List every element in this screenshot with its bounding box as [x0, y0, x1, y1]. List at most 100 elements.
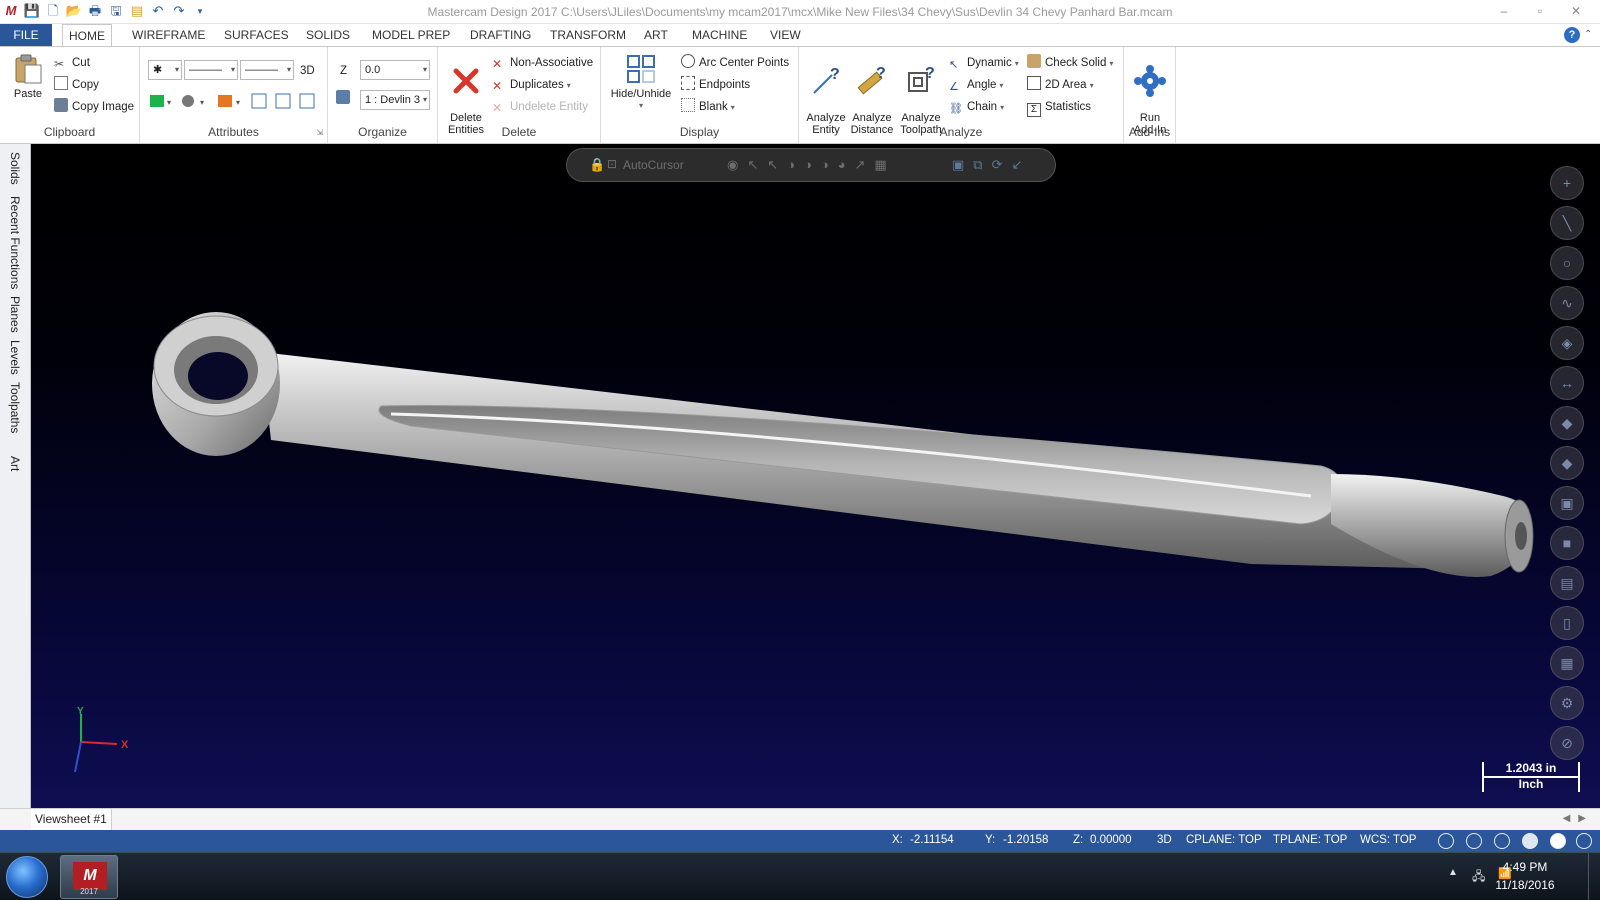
graphics-viewport[interactable]: 🔒 ⊡ AutoCursor ◉↖↖◑◑◑◕↗▦ ▣⧉⟳↙ + ╲ ○ ∿ ◈ …	[31, 144, 1600, 808]
line-style-select[interactable]: ——— ▾	[184, 60, 238, 80]
non-associative-button[interactable]: ✕ Non-Associative	[492, 53, 593, 73]
globe-icon[interactable]	[1438, 833, 1454, 849]
copy-image-button[interactable]: Copy Image	[54, 97, 134, 117]
viewsheet-tab[interactable]: Viewsheet #1	[31, 809, 112, 830]
chevron-left-icon[interactable]: ◀	[1563, 813, 1579, 824]
run-addin-button[interactable]: Run Add-In	[1126, 53, 1174, 136]
line-width-select[interactable]: ——— ▾	[240, 60, 294, 80]
blank-button[interactable]: Blank ▾	[681, 97, 735, 117]
cplane-status[interactable]: CPLANE: TOP	[1186, 834, 1262, 846]
analyze-distance-button[interactable]: ? Analyze Distance	[849, 53, 895, 136]
statistics-button[interactable]: Σ Statistics	[1027, 97, 1091, 117]
chevron-right-icon[interactable]: ▶	[1578, 813, 1594, 824]
panhard-bar-model[interactable]	[31, 144, 1600, 808]
surface-icon[interactable]: ◆	[1550, 406, 1584, 440]
tab-transform[interactable]: TRANSFORM	[544, 24, 632, 46]
globe-wire-icon[interactable]	[1466, 833, 1482, 849]
dynamic-button[interactable]: ↖ Dynamic ▾	[949, 53, 1019, 73]
wireframe-color-icon[interactable]	[150, 95, 164, 107]
tab-home[interactable]: HOME	[62, 24, 112, 47]
z-depth-input[interactable]: 0.0 ▾	[360, 60, 430, 80]
tab-art[interactable]: ART	[638, 24, 674, 46]
tray-expand-icon[interactable]: ▲	[1448, 867, 1458, 878]
circle-icon[interactable]: ○	[1550, 246, 1584, 280]
analyze-toolpath-button[interactable]: ? Analyze Toolpath	[895, 53, 947, 136]
tab-file[interactable]: FILE	[0, 24, 52, 46]
analyze-entity-button[interactable]: ? Analyze Entity	[803, 53, 849, 136]
help-icon[interactable]: ?	[1564, 27, 1580, 43]
surface-color-icon[interactable]	[218, 95, 232, 107]
solid-icon[interactable]: ◈	[1550, 326, 1584, 360]
grid-icon[interactable]: ▦	[1550, 646, 1584, 680]
globe-hidden-icon[interactable]	[1494, 833, 1510, 849]
chain-button[interactable]: ⛓ Chain ▾	[949, 97, 1004, 117]
status-mode-3d[interactable]: 3D	[1157, 834, 1172, 846]
add-icon[interactable]: +	[1550, 166, 1584, 200]
arc-center-points-button[interactable]: Arc Center Points	[681, 53, 789, 73]
selection-tools-icons[interactable]: ◉↖↖◑◑◑◕↗▦	[727, 157, 896, 173]
side-tab-levels[interactable]: Levels	[8, 340, 22, 375]
cut-button[interactable]: ✂ Cut	[54, 53, 90, 73]
z-coord-value[interactable]: 0.00000	[1090, 834, 1132, 846]
cube-icon[interactable]: ■	[1550, 526, 1584, 560]
point-style-select[interactable]: ✱ ▾	[148, 60, 182, 80]
change-attributes-icon[interactable]	[275, 93, 291, 109]
shaded-edges-icon[interactable]	[1550, 833, 1566, 849]
dialog-launcher-icon[interactable]: ⇲	[316, 128, 323, 137]
box-icon[interactable]: ▣	[1550, 486, 1584, 520]
selection-bar[interactable]: 🔒 ⊡ AutoCursor ◉↖↖◑◑◑◕↗▦ ▣⧉⟳↙	[566, 148, 1056, 182]
wcs-status[interactable]: WCS: TOP	[1360, 834, 1416, 846]
line-icon[interactable]: ╲	[1550, 206, 1584, 240]
show-desktop-button[interactable]	[1588, 853, 1600, 900]
page-icon[interactable]: ▯	[1550, 606, 1584, 640]
layers-stack-icon[interactable]: ▤	[1550, 566, 1584, 600]
restore-button[interactable]: ▫	[1522, 0, 1558, 22]
minimize-button[interactable]: –	[1486, 0, 1522, 22]
side-tab-toolpaths[interactable]: Toolpaths	[8, 382, 22, 433]
mode-3d-toggle[interactable]: 3D	[300, 61, 315, 81]
undelete-entity-button[interactable]: ✕ Undelete Entity	[492, 97, 588, 117]
tab-wireframe[interactable]: WIREFRAME	[126, 24, 211, 46]
spline-icon[interactable]: ∿	[1550, 286, 1584, 320]
lock-icon[interactable]: 🔒	[589, 157, 605, 173]
clear-icon[interactable]: ⊘	[1550, 726, 1584, 760]
start-button[interactable]	[6, 856, 48, 898]
tab-machine[interactable]: MACHINE	[686, 24, 753, 46]
levels-icon[interactable]	[336, 89, 354, 109]
paste-button[interactable]: Paste	[8, 53, 48, 100]
hide-unhide-button[interactable]: Hide/Unhide ▾	[609, 53, 673, 112]
material-icon[interactable]	[1576, 833, 1592, 849]
collapse-ribbon-icon[interactable]: ⌃	[1584, 27, 1596, 43]
autocursor-icon[interactable]: ⊡	[607, 157, 617, 171]
autocursor-label[interactable]: AutoCursor	[623, 158, 684, 172]
tplane-status[interactable]: TPLANE: TOP	[1273, 834, 1347, 846]
delete-entities-button[interactable]: Delete Entities	[442, 53, 490, 136]
area-2d-button[interactable]: 2D Area ▾	[1027, 75, 1094, 95]
copy-button[interactable]: Copy	[54, 75, 99, 95]
side-tab-solids[interactable]: Solids	[8, 152, 22, 185]
angle-button[interactable]: ∠ Angle ▾	[949, 75, 1003, 95]
settings-gear-icon[interactable]: ⚙	[1550, 686, 1584, 720]
surface-alt-icon[interactable]: ◆	[1550, 446, 1584, 480]
shaded-sphere-icon[interactable]	[1522, 833, 1538, 849]
clear-colors-icon[interactable]	[299, 93, 315, 109]
tab-view[interactable]: VIEW	[764, 24, 807, 46]
close-button[interactable]: ✕	[1558, 0, 1594, 22]
y-coord-value[interactable]: -1.20158	[1003, 834, 1048, 846]
x-coord-value[interactable]: -2.11154	[910, 834, 954, 846]
tab-solids[interactable]: SOLIDS	[300, 24, 356, 46]
level-select[interactable]: 1 : Devlin 3 ▾	[360, 90, 430, 110]
tab-model-prep[interactable]: MODEL PREP	[366, 24, 456, 46]
clock-date[interactable]: 11/18/2016	[1490, 878, 1560, 892]
endpoints-button[interactable]: Endpoints	[681, 75, 750, 95]
network-device-icon[interactable]: 🖧	[1472, 867, 1485, 888]
set-all-icon[interactable]	[251, 93, 267, 109]
clock-time[interactable]: 4:49 PM	[1490, 860, 1560, 874]
duplicates-button[interactable]: ✕ Duplicates ▾	[492, 75, 571, 95]
selection-mode-icons[interactable]: ▣⧉⟳↙	[952, 157, 1031, 173]
solid-color-icon[interactable]	[182, 95, 194, 107]
check-solid-button[interactable]: Check Solid ▾	[1027, 53, 1113, 73]
dimension-icon[interactable]: ↔	[1550, 366, 1584, 400]
side-tab-planes[interactable]: Planes	[8, 296, 22, 333]
tab-surfaces[interactable]: SURFACES	[218, 24, 295, 46]
